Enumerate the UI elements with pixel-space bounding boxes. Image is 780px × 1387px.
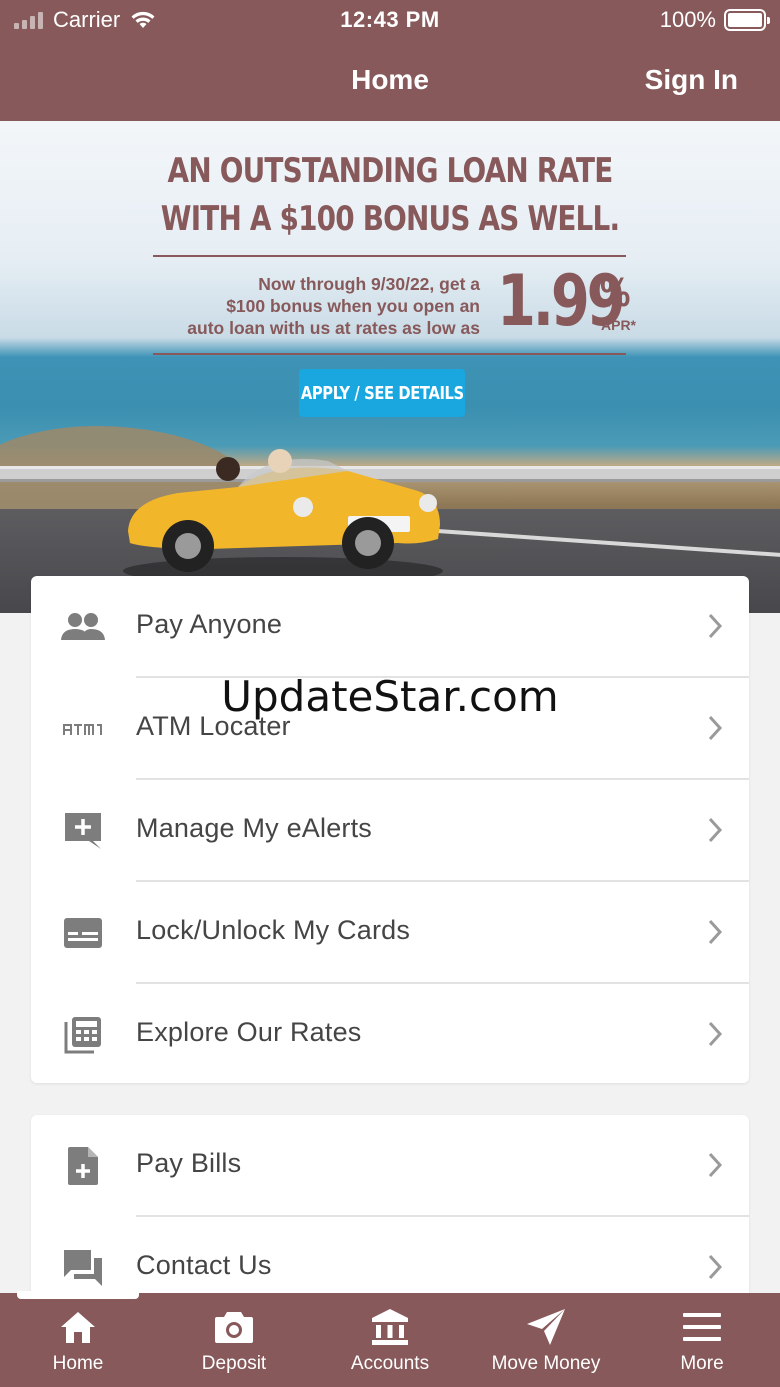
bill-icon (61, 1146, 105, 1186)
tab-more[interactable]: More (624, 1293, 780, 1387)
tab-accounts[interactable]: Accounts (312, 1293, 468, 1387)
menu-item-pay-bills[interactable]: Pay Bills (31, 1115, 749, 1217)
tab-label: Home (52, 1353, 104, 1374)
home-icon (0, 1307, 156, 1347)
tab-deposit[interactable]: Deposit (156, 1293, 312, 1387)
status-bar: Carrier 12:43 PM 100% (0, 0, 780, 40)
banner-body: Now through 9/30/22, get a $100 bonus wh… (150, 273, 480, 339)
banner-headline: AN OUTSTANDING LOAN RATE WITH A $100 BON… (70, 147, 710, 243)
menu-card-primary: Pay Anyone ATM Locater Manage My eAlerts (31, 576, 749, 1083)
send-icon (468, 1307, 624, 1347)
tab-move-money[interactable]: Move Money (468, 1293, 624, 1387)
banner-rate-suffix: APR* (601, 317, 637, 333)
battery-percent: 100% (659, 7, 716, 32)
card-icon (61, 913, 105, 953)
chat-icon (61, 1248, 105, 1288)
menu-icon (624, 1307, 780, 1347)
menu-item-manage-ealerts[interactable]: Manage My eAlerts (31, 780, 749, 882)
camera-icon (156, 1307, 312, 1347)
menu-card-secondary: Pay Bills Contact Us (31, 1115, 749, 1315)
sign-in-button[interactable]: Sign In (645, 64, 738, 96)
active-tab-indicator (17, 1291, 139, 1299)
menu-item-explore-rates[interactable]: Explore Our Rates (31, 984, 749, 1086)
banner-divider-top (153, 255, 626, 257)
banner-rate-symbol: % (600, 271, 631, 315)
top-bar: Carrier 12:43 PM 100% Home Sign In (0, 0, 780, 121)
tab-home[interactable]: Home (0, 1293, 156, 1387)
tab-label: Move Money (491, 1353, 601, 1374)
menu-item-pay-anyone[interactable]: Pay Anyone (31, 576, 749, 678)
watermark-text: UpdateStar.com (221, 672, 559, 721)
menu-item-label: Pay Bills (136, 1148, 242, 1178)
battery-icon (724, 9, 770, 31)
banner-headline-line1: AN OUTSTANDING LOAN RATE (167, 151, 614, 191)
calculator-icon (61, 1015, 105, 1055)
apply-button[interactable]: APPLY / SEE DETAILS (299, 369, 465, 417)
banner-headline-line2: WITH A $100 BONUS AS WELL. (160, 199, 620, 239)
status-right: 100% (659, 7, 770, 33)
promo-banner[interactable]: AN OUTSTANDING LOAN RATE WITH A $100 BON… (0, 121, 780, 613)
menu-item-label: Manage My eAlerts (136, 813, 372, 843)
tab-label: More (680, 1353, 724, 1374)
menu-item-label: Lock/Unlock My Cards (136, 915, 411, 945)
chevron-right-icon (708, 919, 723, 945)
banner-divider-bottom (153, 353, 626, 355)
add-alert-icon (61, 811, 105, 851)
chevron-right-icon (708, 1152, 723, 1178)
menu-item-label: Explore Our Rates (136, 1017, 362, 1047)
chevron-right-icon (708, 1254, 723, 1280)
chevron-right-icon (708, 817, 723, 843)
menu-item-label: Pay Anyone (136, 609, 283, 639)
menu-item-label: Contact Us (136, 1250, 272, 1280)
banner-body-line1: Now through 9/30/22, get a (258, 274, 480, 294)
tab-bar: Home Deposit Accounts Move Money More (0, 1293, 780, 1387)
people-icon (61, 607, 105, 647)
chevron-right-icon (708, 613, 723, 639)
menu-item-lock-cards[interactable]: Lock/Unlock My Cards (31, 882, 749, 984)
car-image (123, 449, 443, 585)
apply-button-label: APPLY / SEE DETAILS (300, 382, 464, 404)
banner-body-line2: $100 bonus when you open an (226, 296, 480, 316)
tab-label: Deposit (201, 1353, 267, 1374)
bank-icon (312, 1307, 468, 1347)
banner-body-line3: auto loan with us at rates as low as (187, 318, 480, 338)
chevron-right-icon (708, 1021, 723, 1047)
tab-label: Accounts (350, 1353, 430, 1374)
